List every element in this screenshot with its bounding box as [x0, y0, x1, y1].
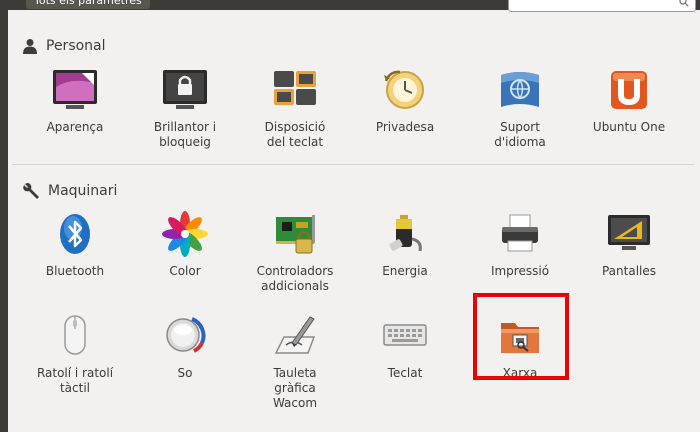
settings-item-label: Controladors addicionals: [256, 264, 334, 293]
settings-item-label: Privadesa: [375, 120, 435, 134]
wacom-tablet-icon: [274, 316, 316, 354]
settings-item-label: Bluetooth: [45, 264, 105, 278]
settings-item-label: Tauleta gràfica Wacom: [272, 366, 318, 410]
settings-item-label: Impressió: [490, 264, 550, 278]
settings-item-brightness-lock[interactable]: Brillantor i bloqueig: [130, 66, 240, 150]
color-icon: [162, 211, 208, 257]
section-divider: [12, 164, 694, 165]
privacy-icon: [384, 70, 424, 109]
ubuntu-one-icon: [611, 71, 647, 109]
settings-item-wacom-tablet[interactable]: Tauleta gràfica Wacom: [240, 312, 350, 411]
brightness-lock-icon: [163, 70, 207, 109]
keyboard-icon: [383, 324, 427, 346]
settings-item-label: Ratolí i ratolí tàctil: [36, 366, 114, 395]
settings-item-label: Ubuntu One: [592, 120, 666, 134]
settings-item-label: Energia: [382, 264, 428, 278]
settings-item-label: Aparença: [46, 120, 104, 134]
displays-icon: [608, 215, 650, 250]
settings-item-label: Color: [169, 264, 201, 278]
settings-item-keyboard-layout[interactable]: Disposició del teclat: [240, 66, 350, 150]
settings-item-keyboard[interactable]: Teclat: [350, 312, 460, 381]
bluetooth-icon: [60, 214, 90, 254]
settings-item-power[interactable]: Energia: [350, 210, 460, 279]
settings-item-privacy[interactable]: Privadesa: [350, 66, 460, 135]
additional-drivers-icon: [276, 215, 315, 254]
section-title-personal: Personal: [46, 38, 106, 54]
settings-item-label: So: [177, 366, 193, 380]
settings-item-additional-drivers[interactable]: Controladors addicionals: [240, 210, 350, 294]
search-input[interactable]: [508, 0, 696, 12]
settings-item-printers[interactable]: Impressió: [465, 210, 575, 279]
settings-item-language-support[interactable]: Suport d'idioma: [465, 66, 575, 150]
highlight-box: [473, 293, 569, 380]
search-icon: [679, 0, 689, 7]
settings-item-color[interactable]: Color: [130, 210, 240, 279]
settings-item-sound[interactable]: So: [130, 312, 240, 381]
power-icon: [389, 215, 422, 252]
appearance-icon: [53, 70, 97, 109]
settings-item-label: Disposició del teclat: [264, 120, 326, 149]
wrench-icon: [23, 183, 39, 199]
toolbar: Tots els paràmetres: [0, 0, 700, 12]
window-edge: [0, 10, 8, 432]
settings-item-bluetooth[interactable]: Bluetooth: [20, 210, 130, 279]
settings-item-appearance[interactable]: Aparença: [20, 66, 130, 135]
mouse-touchpad-icon: [64, 315, 86, 355]
settings-item-label: Pantalles: [601, 264, 657, 278]
settings-item-mouse-touchpad[interactable]: Ratolí i ratolí tàctil: [20, 312, 130, 396]
printer-icon: [502, 214, 538, 252]
settings-item-ubuntu-one[interactable]: Ubuntu One: [574, 66, 684, 135]
person-icon: [23, 39, 37, 54]
section-header-hardware: Maquinari: [22, 180, 117, 202]
settings-item-displays[interactable]: Pantalles: [574, 210, 684, 279]
section-title-hardware: Maquinari: [48, 183, 118, 199]
settings-item-label: Suport d'idioma: [494, 120, 546, 149]
language-support-icon: [501, 72, 539, 107]
all-settings-button[interactable]: Tots els paràmetres: [26, 0, 150, 9]
settings-item-label: Brillantor i bloqueig: [153, 120, 217, 149]
settings-item-label: Teclat: [387, 366, 423, 380]
section-header-personal: Personal: [22, 35, 106, 57]
sound-icon: [166, 317, 206, 353]
keyboard-layout-icon: [274, 71, 316, 105]
